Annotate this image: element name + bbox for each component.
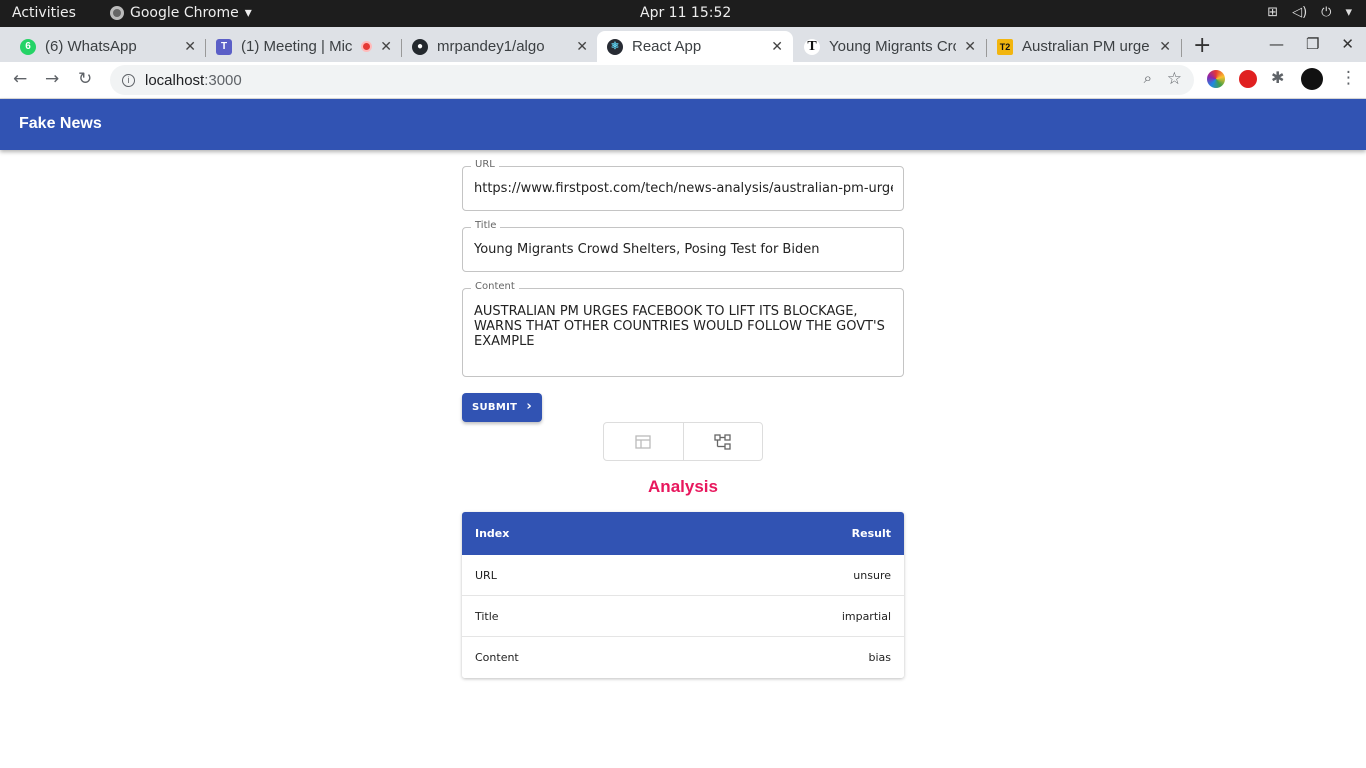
react-icon: ⚛	[607, 38, 623, 55]
table-header: Index Result	[462, 512, 904, 555]
chevron-down-icon: ▾	[1345, 5, 1352, 20]
chevron-down-icon: ▾	[244, 5, 252, 21]
close-icon[interactable]: ✕	[576, 38, 588, 55]
close-icon[interactable]: ✕	[380, 38, 392, 55]
tab-react-app[interactable]: ⚛ React App ✕	[597, 31, 793, 62]
network-icon: ⊞	[1267, 5, 1279, 20]
url-port: :3000	[204, 71, 242, 89]
title-field-label: Title	[471, 220, 501, 231]
activities-button[interactable]: Activities	[12, 5, 76, 21]
content-field-value[interactable]: AUSTRALIAN PM URGES FACEBOOK TO LIFT ITS…	[474, 304, 893, 349]
reload-icon[interactable]: ↻	[78, 69, 92, 89]
row-index: Title	[475, 609, 499, 623]
system-top-bar: Activities Google Chrome ▾ Apr 11 15:52 …	[0, 0, 1366, 27]
chevron-right-icon: ›	[526, 399, 532, 414]
column-header-index: Index	[475, 527, 510, 540]
tab-title: Young Migrants Cro	[829, 38, 957, 55]
tab-teams-meeting[interactable]: T (1) Meeting | Mic ✕	[206, 31, 402, 62]
forward-icon[interactable]: →	[45, 69, 59, 89]
tab-github[interactable]: ● mrpandey1/algo ✕	[402, 31, 598, 62]
url-omnibox[interactable]: i localhost:3000 ⌕ ☆	[110, 65, 1194, 95]
github-icon: ●	[412, 38, 428, 55]
window-controls: — ❐ ✕	[1269, 35, 1354, 53]
back-icon[interactable]: ←	[13, 69, 27, 89]
power-icon: ⏻	[1321, 5, 1332, 20]
title-field[interactable]: Title Young Migrants Crowd Shelters, Pos…	[462, 220, 904, 272]
tab-title: (1) Meeting | Mic	[241, 38, 353, 55]
column-header-result: Result	[851, 527, 891, 540]
close-icon[interactable]: ✕	[964, 38, 976, 55]
clock[interactable]: Apr 11 15:52	[640, 5, 731, 21]
tab-nytimes[interactable]: T Young Migrants Cro ✕	[794, 31, 986, 62]
row-result: impartial	[841, 609, 891, 623]
url-host: localhost	[145, 71, 205, 89]
bookmark-star-icon[interactable]: ☆	[1167, 69, 1182, 89]
system-tray[interactable]: ⊞ ◁) ⏻ ▾	[1267, 5, 1352, 20]
info-icon[interactable]: i	[122, 73, 135, 87]
tab-title: mrpandey1/algo	[437, 38, 545, 55]
content-field-label: Content	[471, 281, 519, 292]
tab-strip: 6 (6) WhatsApp ✕ T (1) Meeting | Mic ✕ ●…	[0, 27, 1366, 62]
tab-title: (6) WhatsApp	[45, 38, 137, 55]
close-icon[interactable]: ✕	[1159, 38, 1171, 55]
tab-title: Australian PM urge	[1022, 38, 1150, 55]
nytimes-icon: T	[804, 38, 820, 55]
tab-whatsapp[interactable]: 6 (6) WhatsApp ✕	[10, 31, 206, 62]
content-field[interactable]: Content AUSTRALIAN PM URGES FACEBOOK TO …	[462, 281, 904, 377]
teams-icon: T	[216, 38, 232, 55]
table-row: Title impartial	[462, 596, 904, 637]
title-field-value[interactable]: Young Migrants Crowd Shelters, Posing Te…	[474, 242, 893, 257]
app-brand[interactable]: Fake News	[19, 115, 102, 133]
tab-title: React App	[632, 38, 702, 55]
restore-icon[interactable]: ❐	[1306, 35, 1319, 53]
close-icon[interactable]: ✕	[184, 38, 196, 55]
table-icon	[635, 434, 651, 449]
analysis-heading: Analysis	[648, 477, 718, 496]
whatsapp-icon: 6	[20, 38, 36, 55]
tree-icon	[714, 433, 731, 450]
minimize-icon[interactable]: —	[1269, 35, 1284, 53]
extensions-icon[interactable]: ✱	[1271, 68, 1284, 87]
url-field-label: URL	[471, 159, 499, 170]
close-window-icon[interactable]: ✕	[1341, 35, 1354, 53]
color-picker-extension-icon[interactable]	[1207, 70, 1225, 88]
adblock-extension-icon[interactable]	[1239, 70, 1257, 88]
analysis-table: Index Result URL unsure Title impartial …	[462, 512, 904, 678]
row-index: URL	[475, 568, 497, 582]
table-view-button[interactable]	[604, 423, 683, 460]
zoom-icon[interactable]: ⌕	[1144, 70, 1152, 87]
url-field[interactable]: URL https://www.firstpost.com/tech/news-…	[462, 159, 904, 211]
app-menu-label: Google Chrome	[130, 5, 239, 21]
new-tab-button[interactable]: +	[1193, 33, 1211, 58]
url-field-value[interactable]: https://www.firstpost.com/tech/news-anal…	[474, 181, 893, 196]
recording-icon	[361, 41, 373, 52]
volume-icon: ◁)	[1292, 5, 1308, 20]
chrome-icon	[110, 6, 124, 20]
submit-label: SUBMIT	[472, 402, 518, 413]
tree-view-button[interactable]	[682, 423, 763, 460]
row-index: Content	[475, 651, 519, 664]
table-row: Content bias	[462, 637, 904, 678]
table-row: URL unsure	[462, 555, 904, 596]
row-result: bias	[868, 651, 891, 664]
app-header: Fake News	[0, 99, 1366, 150]
t2-icon: T2	[997, 38, 1013, 55]
view-toggle	[603, 422, 763, 461]
close-icon[interactable]: ✕	[771, 38, 783, 55]
submit-button[interactable]: SUBMIT ›	[462, 393, 542, 422]
profile-avatar[interactable]	[1301, 68, 1323, 90]
row-result: unsure	[853, 568, 891, 582]
tab-australian-pm[interactable]: T2 Australian PM urge ✕	[987, 31, 1181, 62]
app-menu[interactable]: Google Chrome ▾	[110, 5, 252, 21]
menu-kebab-icon[interactable]: ⋮	[1340, 68, 1357, 88]
address-bar: ← → ↻ i localhost:3000 ⌕ ☆	[0, 62, 1366, 99]
